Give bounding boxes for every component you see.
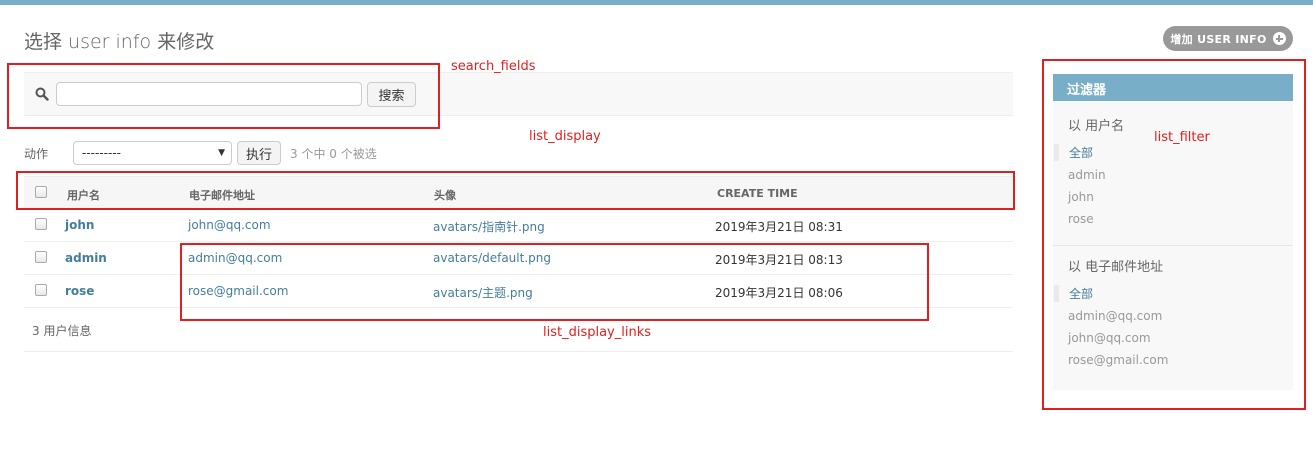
row-checkbox[interactable]	[35, 218, 47, 230]
selection-counter: 3 个中 0 个被选	[290, 146, 377, 161]
action-select-value: ---------	[82, 146, 121, 160]
annotation-box-list-display	[16, 171, 1015, 210]
annotation-box-list-filter	[1042, 59, 1306, 410]
annotation-box-list-display-links	[180, 243, 929, 321]
username-link[interactable]: john	[65, 218, 94, 232]
username-link[interactable]: rose	[65, 284, 94, 298]
username-link[interactable]: admin	[65, 251, 107, 265]
table-row: john john@qq.com avatars/指南针.png 2019年3月…	[24, 209, 1013, 242]
action-select[interactable]: --------- ▼	[73, 141, 232, 165]
run-action-button[interactable]: 执行	[237, 141, 281, 165]
annotation-label-list-display: list_display	[529, 129, 601, 144]
plus-icon	[1272, 32, 1286, 45]
add-button-label: 增加 USER INFO	[1170, 32, 1267, 46]
annotation-label-search-fields: search_fields	[451, 59, 536, 74]
action-label: 动作	[24, 146, 49, 161]
email-link[interactable]: john@qq.com	[188, 218, 271, 232]
chevron-down-icon: ▼	[218, 148, 225, 158]
annotation-label-list-filter: list_filter	[1154, 130, 1210, 145]
create-time: 2019年3月21日 08:31	[715, 220, 843, 234]
row-checkbox[interactable]	[35, 251, 47, 263]
page-title: 选择 user info 来修改	[24, 31, 215, 53]
avatar-link[interactable]: avatars/指南针.png	[433, 218, 545, 235]
actions-bar: 动作 --------- ▼ 执行 3 个中 0 个被选	[24, 140, 377, 166]
annotation-label-list-display-links: list_display_links	[543, 325, 652, 340]
header-bar	[0, 0, 1313, 5]
add-user-info-button[interactable]: 增加 USER INFO	[1163, 26, 1293, 51]
result-count: 3 用户信息	[32, 324, 92, 338]
annotation-box-search-fields	[7, 63, 440, 129]
row-checkbox[interactable]	[35, 284, 47, 296]
